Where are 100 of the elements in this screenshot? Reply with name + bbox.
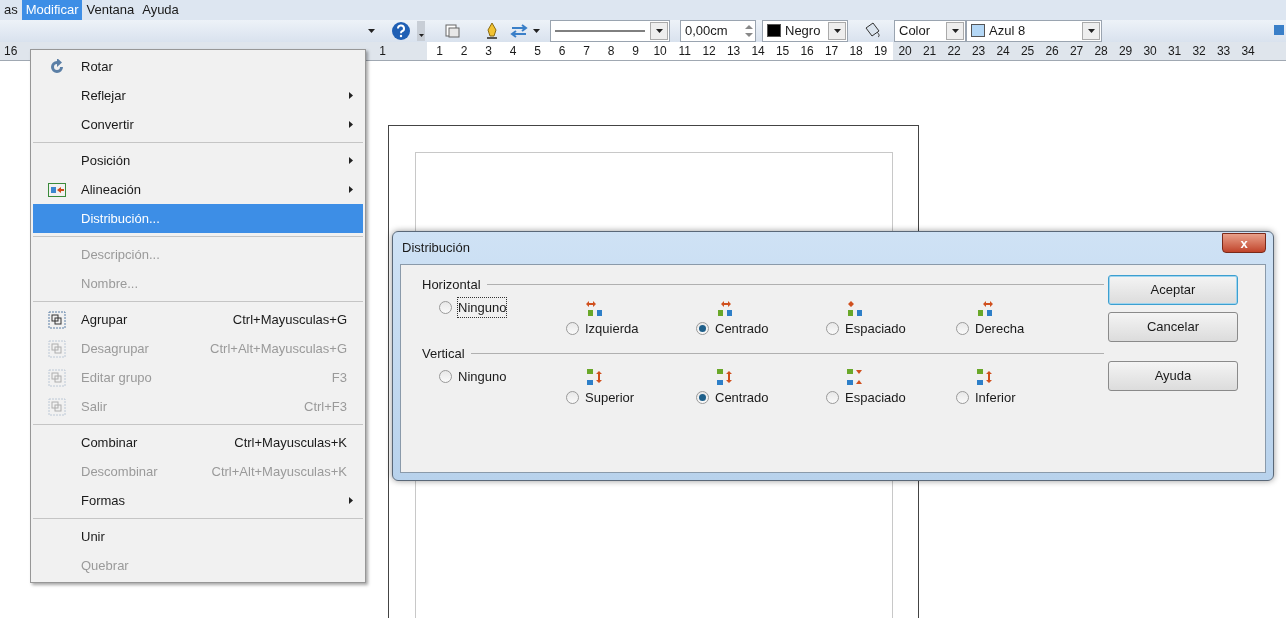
spin-arrows-icon[interactable] xyxy=(743,22,755,39)
color-swatch-icon xyxy=(971,24,985,37)
dialog-title: Distribución xyxy=(401,239,470,258)
dropdown-value: Color xyxy=(899,21,932,40)
menu-item[interactable]: Reflejar xyxy=(33,81,363,110)
radio-label[interactable]: Superior xyxy=(585,387,635,407)
submenu-arrow-icon xyxy=(349,92,353,99)
section-label: Vertical xyxy=(422,345,465,363)
distribute-vertical-icon xyxy=(716,367,734,386)
distribute-horizontal-icon xyxy=(976,298,994,317)
menu-item[interactable]: Posición xyxy=(33,146,363,175)
menu-shortcut: F3 xyxy=(331,368,348,387)
radio-button[interactable] xyxy=(439,369,452,383)
rotate-icon xyxy=(48,58,66,75)
radio-button[interactable] xyxy=(439,300,452,314)
menu-shortcut: Ctrl+Alt+Mayusculas+K xyxy=(211,462,348,481)
menu-item-label: Convertir xyxy=(81,115,134,134)
submenu-arrow-icon xyxy=(349,157,353,164)
radio-label[interactable]: Centrado xyxy=(715,318,769,338)
menu-item-label: Nombre... xyxy=(81,274,139,293)
menu-shortcut: Ctrl+Alt+Mayusculas+G xyxy=(210,339,348,358)
radio-label[interactable]: Derecha xyxy=(975,318,1025,338)
radio-button[interactable] xyxy=(826,390,839,404)
distribute-vertical-icon xyxy=(976,367,994,386)
menu-shortcut: Ctrl+Mayusculas+G xyxy=(232,310,348,329)
menu-shortcut: Ctrl+F3 xyxy=(304,397,348,416)
menu-item-label: Editar grupo xyxy=(81,368,152,387)
menu-item[interactable]: Alineación xyxy=(33,175,363,204)
menu-item-label: Agrupar xyxy=(81,310,128,329)
menu-item-label: Descombinar xyxy=(81,462,158,481)
dropdown[interactable] xyxy=(550,19,670,42)
submenu-arrow-icon xyxy=(349,186,353,193)
dropdown[interactable]: Color xyxy=(894,19,966,42)
menu-item-label: Salir xyxy=(81,397,107,416)
pen-icon[interactable] xyxy=(485,21,499,40)
submenu-arrow-icon xyxy=(349,121,353,128)
radio-button[interactable] xyxy=(826,321,839,335)
menu-item-label: Combinar xyxy=(81,433,138,452)
dropdown-value: Negro xyxy=(785,21,822,40)
menu-item-label: Unir xyxy=(81,527,105,546)
menu-shortcut: Ctrl+Mayusculas+K xyxy=(234,433,348,452)
ruler-number: 16 xyxy=(4,42,18,60)
distribute-horizontal-icon xyxy=(846,298,864,317)
exit-group-icon xyxy=(48,397,66,416)
section-label: Horizontal xyxy=(422,276,481,294)
menu-item[interactable]: Rotar xyxy=(33,52,363,81)
radio-button[interactable] xyxy=(566,321,579,335)
menu-item-label: Formas xyxy=(81,491,126,510)
radio-button[interactable] xyxy=(956,390,969,404)
menu-item-label: Desagrupar xyxy=(81,339,149,358)
menu-item-label: Descripción... xyxy=(81,245,160,264)
ungroup-icon xyxy=(48,339,66,358)
distribute-vertical-icon xyxy=(846,367,864,386)
color-swatch-icon xyxy=(767,24,781,37)
arrows-icon[interactable] xyxy=(509,22,529,39)
radio-label[interactable]: Izquierda xyxy=(585,318,639,338)
menu-item-label: Distribución... xyxy=(81,209,160,228)
ruler-number: 1 xyxy=(378,42,388,60)
object-icon[interactable] xyxy=(445,22,461,39)
distribute-horizontal-icon xyxy=(586,298,604,317)
radio-label[interactable]: Ninguno xyxy=(458,297,507,317)
distribute-horizontal-icon xyxy=(716,298,734,317)
dropdown[interactable]: Azul 8 xyxy=(966,19,1102,42)
dialog-button[interactable]: Ayuda xyxy=(1108,361,1238,391)
radio-button[interactable] xyxy=(566,390,579,404)
group-icon xyxy=(48,310,66,329)
line-style-icon xyxy=(555,28,645,33)
radio-label[interactable]: Espaciado xyxy=(845,318,906,338)
menu-item[interactable]: Combinar Ctrl+Mayusculas+K xyxy=(33,428,363,457)
dialog-button[interactable]: Aceptar xyxy=(1108,275,1238,305)
line-width-spinner[interactable]: 0,00cm xyxy=(680,19,756,42)
radio-button[interactable] xyxy=(696,390,709,404)
menu-item-label: Alineación xyxy=(81,180,141,199)
overflow-button[interactable] xyxy=(417,20,425,41)
radio-label[interactable]: Centrado xyxy=(715,387,769,407)
menu-bar-item[interactable]: Ayuda xyxy=(138,0,183,20)
radio-button[interactable] xyxy=(696,321,709,335)
caret-icon xyxy=(533,28,540,33)
radio-label[interactable]: Inferior xyxy=(975,387,1016,407)
close-button[interactable]: x xyxy=(1222,233,1266,253)
align-icon xyxy=(48,182,66,197)
menu-bar-item[interactable]: as xyxy=(0,0,22,20)
menu-item[interactable]: Unir xyxy=(33,522,363,551)
dialog-button[interactable]: Cancelar xyxy=(1108,312,1238,342)
menu-item-label: Quebrar xyxy=(81,556,129,575)
distribute-vertical-icon xyxy=(586,367,604,386)
radio-label[interactable]: Ninguno xyxy=(458,366,507,386)
radio-label[interactable]: Espaciado xyxy=(845,387,906,407)
spinner-value: 0,00cm xyxy=(685,21,729,40)
menu-item[interactable]: Agrupar Ctrl+Mayusculas+G xyxy=(33,305,363,334)
menu-bar-item[interactable]: Ventana xyxy=(82,0,139,20)
help-icon[interactable] xyxy=(391,20,411,41)
caret-icon xyxy=(368,28,375,33)
menu-item[interactable]: Convertir xyxy=(33,110,363,139)
dropdown[interactable]: Negro xyxy=(762,19,848,42)
caret-icon xyxy=(418,33,424,37)
dropdown-value: Azul 8 xyxy=(989,21,1027,40)
menu-item[interactable]: Formas xyxy=(33,486,363,515)
submenu-arrow-icon xyxy=(349,497,353,504)
radio-button[interactable] xyxy=(956,321,969,335)
